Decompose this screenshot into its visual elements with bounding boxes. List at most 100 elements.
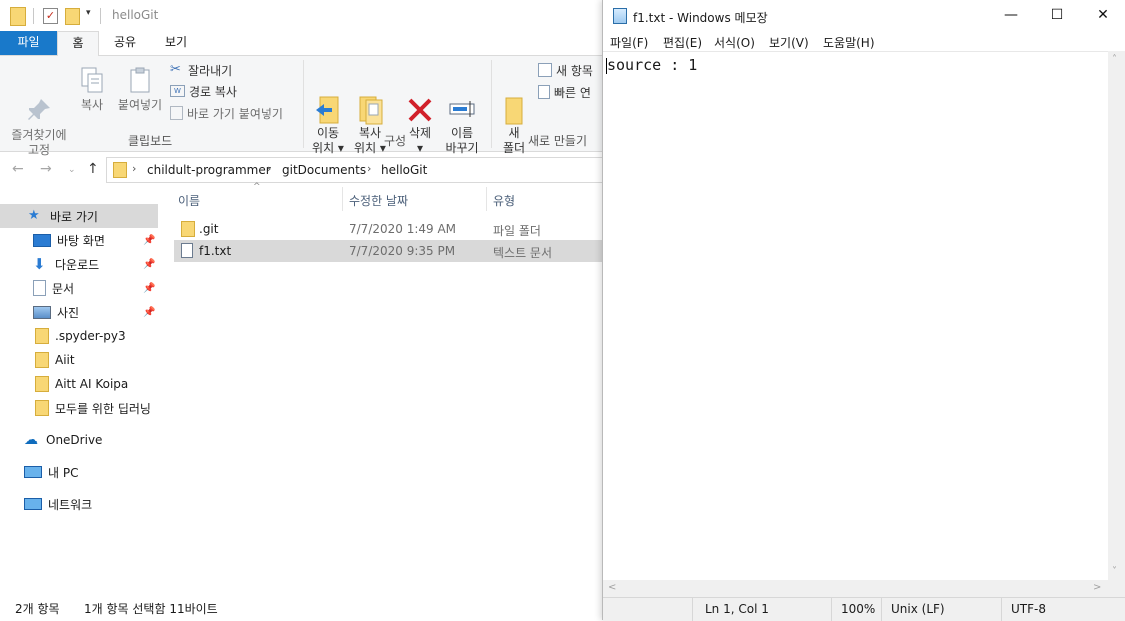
address-bar[interactable]: › childult-programmer › gitDocuments › h… (106, 157, 605, 183)
nav-label: 다운로드 (55, 257, 100, 272)
copy-button[interactable]: 복사 (76, 66, 108, 113)
easy-access-icon (538, 85, 550, 99)
scroll-right-icon[interactable]: > (1093, 582, 1101, 593)
pictures-icon (33, 305, 51, 319)
nav-label: Aiit (55, 353, 75, 367)
tab-home[interactable]: 홈 (57, 31, 99, 57)
item-count: 2개 항목 (15, 602, 60, 616)
properties-icon[interactable]: ✓ (43, 8, 58, 24)
delete-x-icon (406, 79, 434, 122)
move-to-icon (314, 79, 342, 124)
folder-icon (181, 221, 195, 237)
status-divider (1001, 598, 1002, 621)
cursor-position: Ln 1, Col 1 (705, 602, 769, 616)
new-folder-button[interactable]: 새 폴더 (496, 64, 532, 156)
column-divider[interactable] (342, 187, 343, 211)
nav-onedrive[interactable]: ☁ OneDrive (0, 428, 158, 452)
tab-view[interactable]: 보기 (150, 31, 202, 55)
column-header-name[interactable]: 이름 (178, 192, 200, 209)
paste-icon (126, 66, 154, 94)
menu-file[interactable]: 파일(F) (610, 34, 648, 51)
copy-path-icon: W (170, 85, 185, 97)
forward-arrow-icon[interactable]: → (40, 161, 52, 177)
nav-item-folder[interactable]: Aitt AI Koipa (0, 372, 158, 396)
nav-network[interactable]: 네트워크 (0, 492, 158, 516)
paste-button[interactable]: 붙여넣기 (112, 66, 168, 113)
folder-icon (10, 7, 26, 26)
rename-label: 이름 바꾸기 (445, 126, 479, 155)
notepad-title-bar[interactable]: f1.txt - Windows 메모장 — ☐ ✕ (603, 0, 1125, 31)
breadcrumb-item[interactable]: gitDocuments (282, 163, 366, 177)
file-explorer-window: ✓ ▾ helloGit 파일 홈 공유 보기 즐겨찾기에 고정 복사 붙여넣기… (0, 0, 605, 620)
breadcrumb-item[interactable]: childult-programmer (147, 163, 271, 177)
notepad-text-area[interactable]: source : 1 (603, 51, 1108, 581)
scroll-up-icon[interactable]: ˄ (1112, 54, 1117, 65)
menu-format[interactable]: 서식(O) (714, 34, 755, 51)
new-folder-icon[interactable] (65, 8, 80, 25)
rename-button[interactable]: 이름 바꾸기 (441, 64, 483, 156)
move-to-label: 이동 위치 ▾ (312, 126, 344, 155)
back-arrow-icon[interactable]: ← (12, 161, 24, 177)
maximize-button[interactable]: ☐ (1034, 0, 1080, 31)
move-to-button[interactable]: 이동 위치 ▾ (308, 64, 348, 156)
paste-label: 붙여넣기 (117, 98, 163, 112)
pin-to-quick-access-button[interactable]: 즐겨찾기에 고정 (6, 66, 72, 158)
nav-item-desktop[interactable]: 바탕 화면 📌 (0, 228, 158, 252)
minimize-button[interactable]: — (988, 0, 1034, 31)
delete-button[interactable]: 삭제 ▾ (402, 64, 438, 156)
close-button[interactable]: ✕ (1080, 0, 1125, 31)
nav-item-folder[interactable]: .spyder-py3 (0, 324, 158, 348)
nav-item-folder[interactable]: 모두를 위한 딥러닝 (0, 396, 158, 420)
clipboard-group-label: 클립보드 (128, 134, 173, 148)
nav-item-folder[interactable]: Aiit (0, 348, 158, 372)
copy-to-label: 복사 위치 ▾ (354, 126, 386, 155)
chevron-right-icon[interactable]: › (367, 162, 371, 175)
menu-edit[interactable]: 편집(E) (663, 34, 702, 51)
scroll-left-icon[interactable]: < (608, 582, 616, 593)
column-header-modified[interactable]: 수정한 날짜 (349, 192, 408, 209)
column-header-type[interactable]: 유형 (493, 192, 515, 209)
cloud-icon: ☁ (24, 432, 38, 448)
paste-shortcut-button[interactable]: 바로 가기 붙여넣기 (170, 103, 283, 123)
vertical-scrollbar[interactable]: ˄ ˅ (1108, 51, 1125, 580)
notepad-icon (613, 8, 627, 24)
customize-toolbar-icon[interactable]: ▾ (86, 8, 91, 18)
nav-label: 모두를 위한 딥러닝 (55, 401, 151, 416)
nav-label: 네트워크 (48, 497, 93, 512)
nav-item-downloads[interactable]: ⬇ 다운로드 📌 (0, 252, 158, 276)
tab-share[interactable]: 공유 (100, 31, 150, 55)
nav-item-pictures[interactable]: 사진 📌 (0, 300, 158, 324)
encoding: UTF-8 (1011, 602, 1046, 616)
nav-this-pc[interactable]: 내 PC (0, 460, 158, 484)
recent-locations-icon[interactable]: ⌄ (68, 165, 76, 175)
file-row[interactable]: .git 7/7/2020 1:49 AM 파일 폴더 (174, 218, 604, 240)
nav-label: 바탕 화면 (57, 233, 105, 248)
column-divider[interactable] (486, 187, 487, 211)
cut-button[interactable]: ✂ 잘라내기 (170, 60, 232, 80)
nav-quick-access[interactable]: ★ 바로 가기 (0, 204, 158, 228)
horizontal-scrollbar[interactable]: < > (603, 580, 1108, 597)
menu-help[interactable]: 도움말(H) (823, 34, 875, 51)
chevron-right-icon[interactable]: › (132, 162, 136, 175)
nav-label: Aitt AI Koipa (55, 377, 129, 391)
scroll-down-icon[interactable]: ˅ (1112, 566, 1117, 577)
copy-to-icon (356, 79, 384, 125)
notepad-content: source : 1 (607, 56, 698, 74)
status-divider (881, 598, 882, 621)
download-icon: ⬇ (33, 255, 46, 273)
menu-view[interactable]: 보기(V) (769, 34, 809, 51)
file-row-selected[interactable]: f1.txt 7/7/2020 9:35 PM 텍스트 문서 (174, 240, 604, 262)
cut-label: 잘라내기 (188, 63, 233, 78)
divider (33, 8, 34, 24)
easy-access-button[interactable]: 빠른 연 (538, 82, 591, 102)
breadcrumb-item[interactable]: helloGit (381, 163, 427, 177)
navigation-pane: ★ 바로 가기 바탕 화면 📌 ⬇ 다운로드 📌 문서 📌 사진 📌 .spyd… (0, 200, 158, 600)
nav-item-documents[interactable]: 문서 📌 (0, 276, 158, 300)
folder-icon (35, 352, 49, 368)
new-item-label: 새 항목 (556, 63, 593, 78)
tab-file[interactable]: 파일 (0, 31, 57, 55)
chevron-right-icon[interactable]: › (267, 162, 271, 175)
copy-path-button[interactable]: W 경로 복사 (170, 81, 237, 101)
new-item-button[interactable]: 새 항목 (538, 60, 593, 80)
up-arrow-icon[interactable]: ↑ (87, 161, 99, 177)
